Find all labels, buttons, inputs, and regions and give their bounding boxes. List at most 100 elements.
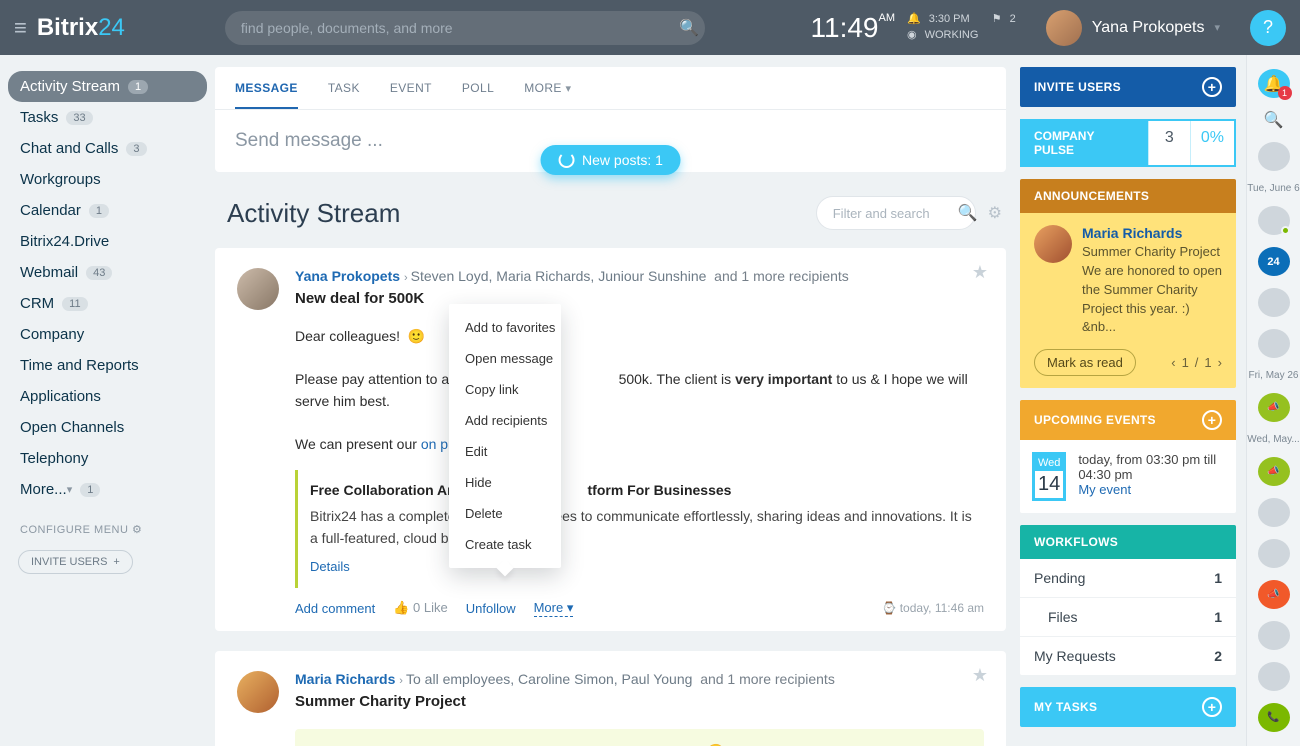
sidebar-item-telephony[interactable]: Telephony [8,443,207,474]
menu-icon[interactable]: ≡ [14,15,27,41]
megaphone-icon[interactable]: 📣 [1258,580,1290,609]
more-link[interactable]: More ▾ [534,600,574,617]
menu-delete[interactable]: Delete [449,498,561,529]
tab-task[interactable]: TASK [328,81,360,109]
megaphone-icon[interactable]: 📣 [1258,457,1290,486]
rail-avatar[interactable] [1258,142,1290,171]
menu-open-message[interactable]: Open message [449,343,561,374]
thumb-icon[interactable]: 👍 [393,600,409,615]
tab-poll[interactable]: POLL [462,81,494,109]
event-link[interactable]: My event [1078,482,1131,497]
phone-icon[interactable]: 📞 [1258,703,1290,732]
rail-b24-icon[interactable]: 24 [1258,247,1290,276]
sidebar-item-crm[interactable]: CRM11 [8,288,207,319]
menu-create-task[interactable]: Create task [449,529,561,560]
unfollow-link[interactable]: Unfollow [466,601,516,616]
menu-hide[interactable]: Hide [449,467,561,498]
search-icon[interactable]: 🔍 [679,20,699,37]
announcement-author[interactable]: Maria Richards [1082,225,1222,241]
sidebar-item-workgroups[interactable]: Workgroups [8,164,207,195]
sidebar-item-company[interactable]: Company [8,319,207,350]
upcoming-events-header: UPCOMING EVENTS+ [1020,400,1236,440]
sidebar-item-chat[interactable]: Chat and Calls3 [8,133,207,164]
sidebar-item-tasks[interactable]: Tasks33 [8,102,207,133]
post-card: ★ Yana Prokopets › Steven Loyd, Maria Ri… [215,248,1006,631]
like-link[interactable]: Like [424,600,448,615]
avatar[interactable] [237,671,279,713]
chat-rail: 🔔1 🔍 Tue, June 6 24 Fri, May 26 📣 Wed, M… [1246,55,1300,746]
recipients-more[interactable]: and 1 more recipients [700,671,835,687]
help-button[interactable]: ? [1250,10,1286,46]
workflow-row-pending[interactable]: Pending1 [1020,559,1236,597]
timestamp: ⌚ today, 11:46 am [881,601,984,615]
star-icon[interactable]: ★ [972,262,988,283]
new-posts-pill[interactable]: New posts: 1 [540,145,681,175]
sidebar-item-webmail[interactable]: Webmail43 [8,257,207,288]
sidebar-item-activity-stream[interactable]: Activity Stream1 [8,71,207,102]
clock-area: 11:49AM 🔔3:30 PM ⚑2 ◉WORKING [811,12,1016,44]
post-body: Dear colleagues! 🙂 Please pay attention … [295,326,984,588]
recipients-more[interactable]: and 1 more recipients [714,268,849,284]
company-pulse[interactable]: COMPANY PULSE 3 0% [1020,119,1236,167]
tab-more[interactable]: MORE ▾ [524,81,571,109]
gear-icon[interactable]: ⚙ [988,203,1002,223]
add-comment-link[interactable]: Add comment [295,601,375,616]
sidebar-item-time[interactable]: Time and Reports [8,350,207,381]
chevron-right-icon[interactable]: › [1218,355,1222,370]
my-tasks-header[interactable]: MY TASKS+ [1020,687,1236,727]
avatar[interactable] [1034,225,1072,263]
rail-avatar[interactable] [1258,288,1290,317]
logo[interactable]: Bitrix24 [37,14,125,42]
configure-menu[interactable]: CONFIGURE MENU ⚙ [8,505,207,546]
sidebar-item-apps[interactable]: Applications [8,381,207,412]
menu-copy-link[interactable]: Copy link [449,374,561,405]
rail-avatar[interactable] [1258,539,1290,568]
filter-search-input[interactable] [816,196,976,230]
megaphone-icon[interactable]: 📣 [1258,393,1290,422]
plus-icon[interactable]: + [1202,410,1222,430]
rail-avatar[interactable] [1258,621,1290,650]
workflow-row-files[interactable]: Files1 [1020,597,1236,636]
menu-edit[interactable]: Edit [449,436,561,467]
post-title: Summer Charity Project [295,693,835,710]
clock-time: 11:49AM [811,12,896,44]
menu-add-favorites[interactable]: Add to favorites [449,312,561,343]
rail-date: Tue, June 6 [1247,183,1299,194]
sidebar-item-calendar[interactable]: Calendar1 [8,195,207,226]
rail-avatar[interactable] [1258,206,1290,235]
details-link[interactable]: Details [310,557,350,577]
top-bar: ≡ Bitrix24 🔍 11:49AM 🔔3:30 PM ⚑2 ◉WORKIN… [0,0,1300,55]
post-author[interactable]: Maria Richards [295,671,395,687]
workflow-row-requests[interactable]: My Requests2 [1020,636,1236,675]
user-menu[interactable]: Yana Prokopets ▾ [1046,10,1220,46]
plus-icon[interactable]: + [1202,77,1222,97]
post-recipients[interactable]: Steven Loyd, Maria Richards, Juniour Sun… [411,268,707,284]
sidebar-item-channels[interactable]: Open Channels [8,412,207,443]
workflows-header: WORKFLOWS [1020,525,1236,559]
global-search-input[interactable] [225,11,705,45]
rail-avatar[interactable] [1258,329,1290,358]
menu-add-recipients[interactable]: Add recipients [449,405,561,436]
tab-message[interactable]: MESSAGE [235,81,298,109]
rail-avatar[interactable] [1258,662,1290,691]
sidebar-item-more[interactable]: More... ▾1 [8,474,207,505]
tab-event[interactable]: EVENT [390,81,432,109]
chevron-down-icon: ▾ [67,483,73,496]
mark-as-read-button[interactable]: Mark as read [1034,349,1136,376]
plus-icon[interactable]: + [1202,697,1222,717]
notifications-button[interactable]: 🔔1 [1258,69,1290,98]
post-author[interactable]: Yana Prokopets [295,268,400,284]
chevron-left-icon[interactable]: ‹ [1171,355,1175,370]
chevron-down-icon: ▾ [1214,21,1220,34]
post-card: ★ Maria Richards › To all employees, Car… [215,651,1006,746]
sidebar-invite-button[interactable]: INVITE USERS+ [18,550,133,574]
invite-users-panel[interactable]: INVITE USERS+ [1020,67,1236,107]
refresh-icon [558,152,574,168]
avatar[interactable] [237,268,279,310]
search-icon[interactable]: 🔍 [1264,110,1284,130]
star-icon[interactable]: ★ [972,665,988,686]
rail-avatar[interactable] [1258,498,1290,527]
search-icon[interactable]: 🔍 [958,203,978,223]
sidebar-item-drive[interactable]: Bitrix24.Drive [8,226,207,257]
post-recipients[interactable]: To all employees, Caroline Simon, Paul Y… [406,671,692,687]
